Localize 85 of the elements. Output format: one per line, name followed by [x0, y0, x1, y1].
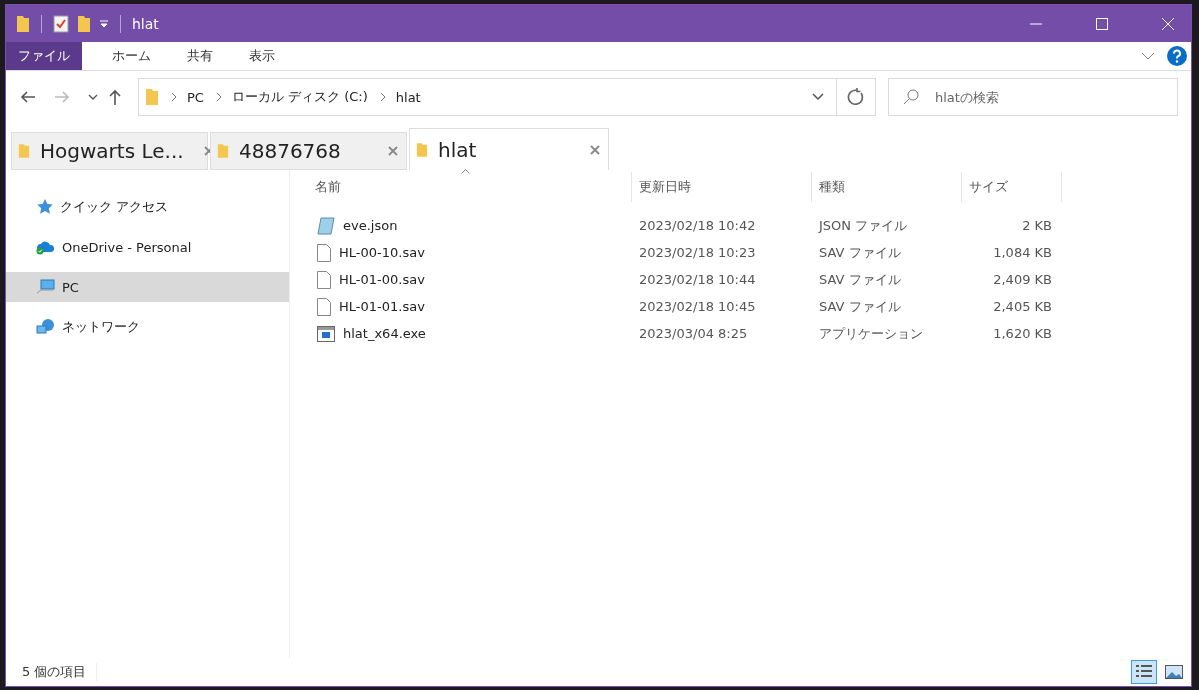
- sidebar-item[interactable]: PC: [6, 272, 289, 302]
- notepad-icon: [317, 216, 335, 235]
- date-cell-text: 2023/03/04 8:25: [638, 326, 749, 341]
- folder-tab[interactable]: hlat: [409, 128, 609, 170]
- close-icon[interactable]: [590, 144, 600, 155]
- maximize-icon: [1096, 17, 1108, 30]
- tab-label: Hogwarts Le...: [40, 139, 184, 163]
- breadcrumb[interactable]: hlat: [395, 89, 421, 105]
- type-cell-text: SAV ファイル: [818, 243, 902, 262]
- size-cell-text: 2 KB: [1021, 218, 1053, 233]
- column-label: サイズ: [969, 178, 1008, 196]
- dropdown-icon[interactable]: [99, 18, 109, 29]
- column-label: 更新日時: [639, 178, 691, 196]
- checklist-icon[interactable]: [53, 14, 69, 33]
- column-label: 種類: [819, 178, 845, 196]
- up-arrow-icon[interactable]: [108, 89, 122, 105]
- file-icon: [317, 297, 331, 316]
- date-cell-text: 2023/02/18 10:45: [638, 299, 757, 314]
- list-icon: [1135, 664, 1153, 680]
- folder-tab[interactable]: 48876768: [210, 132, 407, 170]
- file-menu-button[interactable]: ファイル: [6, 42, 82, 70]
- item-count: 5 個の項目: [22, 663, 98, 681]
- network-icon: [36, 318, 56, 336]
- column-header[interactable]: 更新日時: [632, 172, 812, 202]
- folder-icon: [145, 88, 159, 106]
- sidebar-label: PC: [62, 279, 79, 295]
- folder-icon[interactable]: [16, 14, 30, 33]
- star-icon: [36, 198, 54, 216]
- sidebar-item[interactable]: OneDrive - Personal: [6, 232, 289, 262]
- address-bar[interactable]: PC ローカル ディスク (C:) hlat: [138, 78, 876, 116]
- cloud-icon: [36, 239, 56, 255]
- close-icon: [1162, 17, 1174, 30]
- folder-icon[interactable]: [77, 14, 91, 33]
- file-icon: [317, 270, 331, 289]
- window-title: hlat: [132, 15, 159, 32]
- tab-label: hlat: [438, 137, 477, 162]
- date-cell-text: 2023/02/18 10:42: [638, 218, 757, 233]
- type-cell-text: SAV ファイル: [818, 270, 902, 289]
- folder-icon: [217, 143, 229, 159]
- folder-icon: [416, 141, 428, 158]
- size-cell-text: 1,620 KB: [992, 326, 1053, 341]
- image-icon: [1165, 665, 1183, 679]
- file-name[interactable]: hlat_x64.exe: [343, 326, 426, 341]
- chevron-down-icon[interactable]: [812, 93, 824, 101]
- search-icon: [903, 89, 919, 105]
- size-cell-text: 2,409 KB: [992, 272, 1053, 287]
- folder-tab[interactable]: Hogwarts Le...: [11, 132, 208, 170]
- application-icon: [317, 325, 335, 342]
- sidebar-label: クイック アクセス: [60, 198, 169, 216]
- computer-icon: [36, 279, 56, 295]
- file-name[interactable]: HL-00-10.sav: [339, 245, 425, 260]
- column-header[interactable]: 名前: [308, 172, 632, 202]
- type-cell-text: SAV ファイル: [818, 297, 902, 316]
- date-cell-text: 2023/02/18 10:23: [638, 245, 757, 260]
- file-name[interactable]: HL-01-00.sav: [339, 272, 425, 287]
- size-cell-text: 1,084 KB: [992, 245, 1053, 260]
- type-cell-text: JSON ファイル: [817, 216, 909, 235]
- search-box[interactable]: hlatの検索: [888, 78, 1178, 116]
- file-name[interactable]: HL-01-01.sav: [339, 299, 425, 314]
- sidebar-label: OneDrive - Personal: [62, 239, 192, 255]
- chevron-right-icon[interactable]: [171, 92, 177, 102]
- file-icon: [317, 243, 331, 262]
- chevron-right-icon[interactable]: [215, 92, 222, 102]
- breadcrumb[interactable]: PC: [187, 89, 204, 105]
- tab-label: 48876768: [239, 139, 341, 163]
- column-label: 名前: [315, 178, 341, 196]
- breadcrumb[interactable]: ローカル ディスク (C:): [231, 88, 368, 106]
- chevron-right-icon[interactable]: [379, 92, 386, 102]
- date-cell-text: 2023/02/18 10:44: [638, 272, 757, 287]
- chevron-down-icon[interactable]: [1141, 52, 1155, 60]
- sidebar-label: ネットワーク: [62, 318, 140, 336]
- folder-icon: [18, 143, 30, 159]
- details-view-button[interactable]: [1131, 660, 1157, 684]
- size-cell-text: 2,405 KB: [992, 299, 1053, 314]
- column-header[interactable]: 種類: [812, 172, 962, 202]
- back-arrow-icon[interactable]: [20, 90, 36, 104]
- column-header[interactable]: サイズ: [962, 172, 1062, 202]
- sidebar-item[interactable]: クイック アクセス: [6, 192, 289, 222]
- sidebar-item[interactable]: ネットワーク: [6, 312, 289, 342]
- file-name[interactable]: eve.json: [343, 218, 398, 233]
- close-icon[interactable]: [388, 146, 398, 156]
- refresh-icon[interactable]: [847, 88, 865, 106]
- help-icon[interactable]: [1167, 46, 1187, 66]
- type-cell-text: アプリケーション: [818, 324, 924, 343]
- chevron-down-icon[interactable]: [88, 94, 98, 100]
